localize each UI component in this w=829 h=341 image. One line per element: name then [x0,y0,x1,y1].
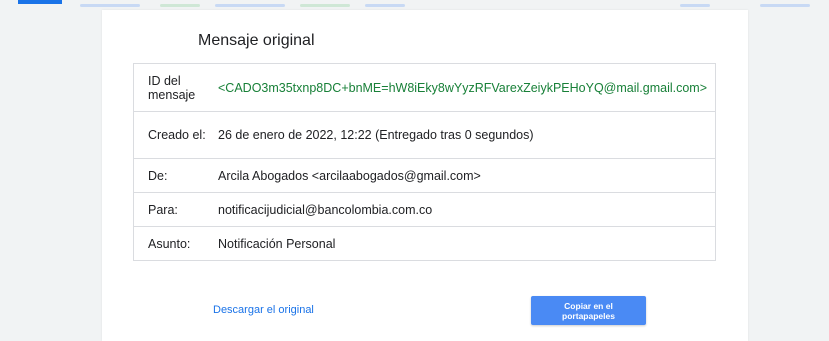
table-row-to: Para: notificacijudicial@bancolombia.com… [133,192,716,227]
toolbar-faded-item [680,4,710,7]
row-label: Creado el: [133,111,218,159]
row-label: ID del mensaje [148,73,196,102]
table-row-message-id: ID del mensaje <CADO3m35txnp8DC+bnME=hW8… [134,64,716,112]
to-value: notificacijudicial@bancolombia.com.co [218,192,716,227]
from-value: Arcila Abogados <arcilaabogados@gmail.co… [218,158,716,193]
message-id-value: <CADO3m35txnp8DC+bnME=hW8iEky8wYyzRFVare… [218,80,708,95]
subject-value: Notificación Personal [218,226,716,261]
row-label: Para: [133,192,218,227]
copy-to-clipboard-button[interactable]: Copiar en el portapapeles [531,296,646,325]
active-tab-indicator [18,0,62,4]
message-details-table: ID del mensaje <CADO3m35txnp8DC+bnME=hW8… [133,63,716,261]
toolbar-faded-item [80,4,140,7]
toolbar-faded-item [300,4,350,7]
table-row-from: De: Arcila Abogados <arcilaabogados@gmai… [133,158,716,193]
table-row-subject: Asunto: Notificación Personal [133,226,716,261]
table-row-created: Creado el: 26 de enero de 2022, 12:22 (E… [133,111,716,159]
toolbar-faded-item [760,4,810,7]
row-label: De: [133,158,218,193]
page-title: Mensaje original [198,32,315,49]
created-value: 26 de enero de 2022, 12:22 (Entregado tr… [218,111,716,159]
original-message-panel: Mensaje original ID del mensaje <CADO3m3… [102,10,748,341]
toolbar-faded-item [365,4,405,7]
download-original-link[interactable]: Descargar el original [213,304,314,316]
toolbar-faded-item [215,4,285,7]
row-label: Asunto: [133,226,218,261]
toolbar-faded-item [160,4,200,7]
